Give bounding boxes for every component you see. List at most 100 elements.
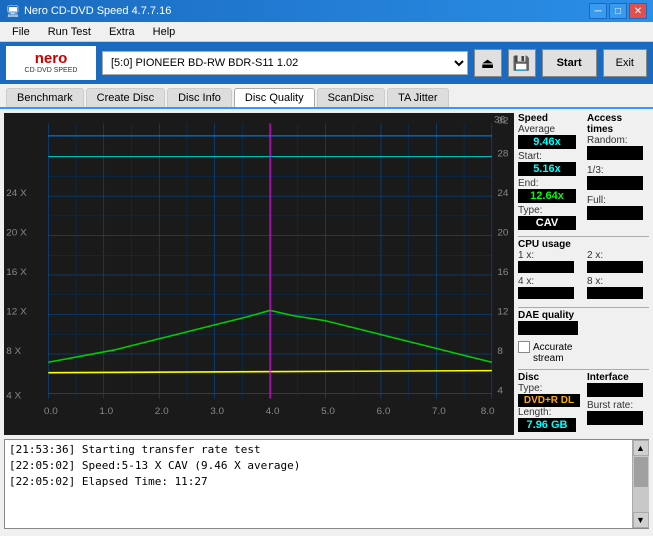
- title-bar-left: 🖥 Nero CD-DVD Speed 4.7.7.16: [6, 5, 171, 18]
- toolbar: nero CD·DVD SPEED [5:0] PIONEER BD-RW BD…: [0, 42, 653, 84]
- tab-scan-disc[interactable]: ScanDisc: [317, 88, 385, 107]
- tab-disc-quality[interactable]: Disc Quality: [234, 88, 315, 107]
- cpu-section: CPU usage 1 x: 4 x: 2 x: 8 x:: [518, 239, 649, 302]
- tab-disc-info[interactable]: Disc Info: [167, 88, 232, 107]
- scroll-down-button[interactable]: ▼: [633, 512, 649, 528]
- random-value: [587, 146, 643, 160]
- svg-text:7.0: 7.0: [432, 406, 446, 417]
- drive-select[interactable]: [5:0] PIONEER BD-RW BDR-S11 1.02: [102, 51, 468, 75]
- length-value: 7.96 GB: [518, 418, 576, 432]
- tab-benchmark[interactable]: Benchmark: [6, 88, 84, 107]
- interface-value: [587, 383, 643, 397]
- svg-text:8: 8: [497, 346, 503, 357]
- svg-text:0.0: 0.0: [44, 406, 58, 417]
- divider-2: [518, 307, 649, 308]
- svg-text:12 X: 12 X: [6, 307, 27, 318]
- svg-text:1.0: 1.0: [99, 406, 113, 417]
- log-entry-0: [21:53:36] Starting transfer rate test: [9, 442, 628, 458]
- type-label: Type:: [518, 205, 542, 216]
- access-title: Access times: [587, 113, 649, 135]
- average-value: 9.46x: [518, 135, 576, 149]
- svg-text:4.0: 4.0: [266, 406, 280, 417]
- menu-bar: File Run Test Extra Help: [0, 22, 653, 42]
- log-entry-1: [22:05:02] Speed:5-13 X CAV (9.46 X aver…: [9, 458, 628, 474]
- menu-help[interactable]: Help: [145, 24, 184, 40]
- accurate-label: Accurate: [533, 342, 572, 353]
- cpu-8x-value: [587, 287, 643, 299]
- tab-create-disc[interactable]: Create Disc: [86, 88, 165, 107]
- full-value: [587, 206, 643, 220]
- log-area: [21:53:36] Starting transfer rate test […: [4, 439, 649, 529]
- one-third-value: [587, 176, 643, 190]
- svg-text:28: 28: [497, 149, 508, 160]
- maximize-button[interactable]: □: [609, 3, 627, 19]
- right-panel: Speed Average 9.46x Start: 5.16x End: 12…: [518, 109, 653, 439]
- menu-run-test[interactable]: Run Test: [40, 24, 99, 40]
- cpu-4x-value: [518, 287, 574, 299]
- menu-file[interactable]: File: [4, 24, 38, 40]
- length-label: Length:: [518, 407, 583, 418]
- svg-text:8 X: 8 X: [6, 346, 22, 357]
- interface-title: Interface: [587, 372, 649, 383]
- svg-text:4: 4: [497, 386, 503, 397]
- svg-text:5.0: 5.0: [321, 406, 335, 417]
- log-scrollbar[interactable]: ▲ ▼: [632, 440, 648, 528]
- svg-text:3.0: 3.0: [210, 406, 224, 417]
- scroll-track: [633, 456, 649, 512]
- log-content: [21:53:36] Starting transfer rate test […: [5, 440, 632, 528]
- full-label: Full:: [587, 195, 606, 206]
- tab-ta-jitter[interactable]: TA Jitter: [387, 88, 449, 107]
- start-value: 5.16x: [518, 162, 576, 176]
- close-button[interactable]: ✕: [629, 3, 647, 19]
- disc-type-value: DVD+R DL: [518, 394, 580, 407]
- cpu-4x-label: 4 x:: [518, 276, 583, 287]
- svg-text:2.0: 2.0: [155, 406, 169, 417]
- access-section: Access times Random: 1/3: Full:: [587, 113, 649, 230]
- start-button[interactable]: Start: [542, 49, 597, 77]
- end-value: 12.64x: [518, 189, 576, 203]
- exit-button[interactable]: Exit: [603, 49, 647, 77]
- title-text: Nero CD-DVD Speed 4.7.7.16: [24, 5, 171, 17]
- svg-text:20: 20: [497, 228, 508, 239]
- stream-label: stream: [533, 353, 564, 364]
- burst-value: [587, 411, 643, 425]
- svg-text:4 X: 4 X: [6, 391, 22, 402]
- tabs: Benchmark Create Disc Disc Info Disc Qua…: [0, 84, 653, 109]
- cpu-1x-value: [518, 261, 574, 273]
- scroll-thumb[interactable]: [634, 457, 648, 487]
- svg-text:16 X: 16 X: [6, 267, 27, 278]
- title-bar-controls[interactable]: ─ □ ✕: [589, 3, 647, 19]
- disc-title: Disc: [518, 372, 583, 383]
- end-label: End:: [518, 178, 539, 189]
- menu-extra[interactable]: Extra: [101, 24, 143, 40]
- minimize-button[interactable]: ─: [589, 3, 607, 19]
- dae-title: DAE quality: [518, 310, 649, 321]
- accurate-stream-checkbox[interactable]: [518, 341, 530, 353]
- save-button[interactable]: 💾: [508, 49, 536, 77]
- scroll-up-button[interactable]: ▲: [633, 440, 649, 456]
- average-label: Average: [518, 124, 583, 135]
- cpu-1x-label: 1 x:: [518, 250, 583, 261]
- title-icon: 🖥: [6, 5, 20, 18]
- title-bar: 🖥 Nero CD-DVD Speed 4.7.7.16 ─ □ ✕: [0, 0, 653, 22]
- disc-type-label: Type:: [518, 383, 583, 394]
- main-content: 4 X 8 X 12 X 16 X 20 X 24 X 4 8 12 16 20…: [0, 109, 653, 439]
- speed-title: Speed: [518, 113, 583, 124]
- nero-logo: nero CD·DVD SPEED: [6, 46, 96, 80]
- log-entry-2: [22:05:02] Elapsed Time: 11:27: [9, 474, 628, 490]
- svg-text:36: 36: [494, 115, 505, 126]
- divider-3: [518, 369, 649, 370]
- svg-text:6.0: 6.0: [377, 406, 391, 417]
- cpu-2x-label: 2 x:: [587, 250, 649, 261]
- svg-text:8.0: 8.0: [481, 406, 495, 417]
- cpu-8x-label: 8 x:: [587, 276, 649, 287]
- svg-text:24 X: 24 X: [6, 188, 27, 199]
- chart-area: 4 X 8 X 12 X 16 X 20 X 24 X 4 8 12 16 20…: [4, 113, 514, 435]
- eject-button[interactable]: ⏏: [474, 49, 502, 77]
- burst-label: Burst rate:: [587, 400, 649, 411]
- chart-svg: 4 X 8 X 12 X 16 X 20 X 24 X 4 8 12 16 20…: [4, 113, 514, 435]
- interface-section: Interface Burst rate:: [587, 372, 649, 432]
- dae-section: DAE quality Accurate stream: [518, 310, 649, 364]
- cpu-title: CPU usage: [518, 239, 649, 250]
- cpu-2x-value: [587, 261, 643, 273]
